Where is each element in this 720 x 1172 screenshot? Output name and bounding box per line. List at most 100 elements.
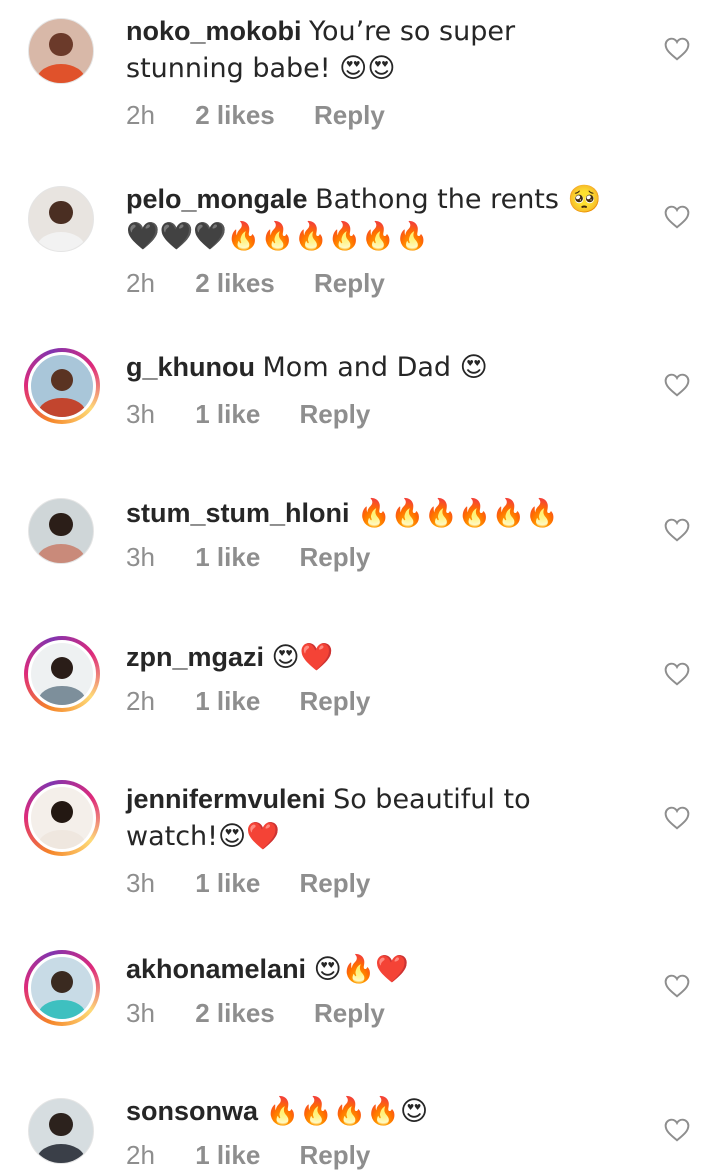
reply-button[interactable]: Reply (300, 868, 371, 899)
reply-button[interactable]: Reply (314, 268, 385, 299)
comment-time: 2h (126, 100, 155, 130)
comment-item: akhonamelani 😍🔥❤️ 3h 2 likes Reply (0, 940, 720, 1080)
heart-outline-icon[interactable] (664, 373, 690, 397)
comment-likes[interactable]: 2 likes (195, 998, 275, 1029)
comment-username[interactable]: noko_mokobi (126, 16, 302, 46)
comment-time: 2h (126, 1140, 155, 1170)
comment-time: 3h (126, 399, 155, 429)
avatar-figure-body (36, 231, 86, 251)
reply-button[interactable]: Reply (314, 100, 385, 131)
reply-button[interactable]: Reply (314, 998, 385, 1029)
comment-body: 😍❤️ (271, 642, 334, 673)
avatar-image (28, 1098, 94, 1164)
comment-time: 2h (126, 686, 155, 716)
heart-outline-icon[interactable] (664, 205, 690, 229)
comment-likes[interactable]: 2 likes (195, 268, 275, 299)
avatar-image (28, 186, 94, 252)
comment-meta: 3h 1 like Reply (126, 542, 370, 573)
heart-outline-icon[interactable] (664, 806, 690, 830)
avatar[interactable] (24, 636, 100, 712)
heart-outline-icon[interactable] (664, 662, 690, 686)
avatar[interactable] (28, 18, 94, 84)
comment-username[interactable]: stum_stum_hloni (126, 498, 350, 528)
reply-button[interactable]: Reply (300, 542, 371, 573)
comment-username[interactable]: akhonamelani (126, 954, 306, 984)
avatar[interactable] (24, 950, 100, 1026)
comment-time: 2h (126, 268, 155, 298)
avatar-figure-head (49, 33, 73, 57)
comment-likes[interactable]: 1 like (195, 399, 260, 430)
comment-text: stum_stum_hloni 🔥🔥🔥🔥🔥🔥 (126, 495, 626, 532)
comment-likes[interactable]: 1 like (195, 1140, 260, 1171)
comment-item: pelo_mongale Bathong the rents 🥺🖤🖤🖤🔥🔥🔥🔥🔥… (0, 168, 720, 333)
comment-item: sonsonwa 🔥🔥🔥🔥😍 2h 1 like Reply (0, 1082, 720, 1172)
avatar[interactable] (28, 1098, 94, 1164)
comment-meta: 3h 1 like Reply (126, 868, 370, 899)
comment-text: zpn_mgazi 😍❤️ (126, 639, 626, 676)
comment-text: sonsonwa 🔥🔥🔥🔥😍 (126, 1093, 626, 1130)
comment-username[interactable]: zpn_mgazi (126, 642, 264, 672)
comment-item: g_khunou Mom and Dad 😍 3h 1 like Reply (0, 336, 720, 476)
reply-button[interactable]: Reply (300, 686, 371, 717)
comment-item: stum_stum_hloni 🔥🔥🔥🔥🔥🔥 3h 1 like Reply (0, 482, 720, 622)
heart-outline-icon[interactable] (664, 1118, 690, 1142)
avatar-image (28, 784, 96, 852)
comment-time: 3h (126, 542, 155, 572)
comment-item: zpn_mgazi 😍❤️ 2h 1 like Reply (0, 626, 720, 766)
avatar[interactable] (24, 780, 100, 856)
avatar-figure-head (50, 656, 74, 679)
comment-username[interactable]: g_khunou (126, 352, 255, 382)
avatar-figure-head (50, 800, 74, 823)
avatar-figure-head (50, 368, 74, 391)
comment-body: Mom and Dad 😍 (262, 352, 488, 383)
avatar-figure-body (36, 1143, 86, 1163)
avatar-image (28, 18, 94, 84)
avatar-figure-body (36, 543, 86, 563)
heart-outline-icon[interactable] (664, 974, 690, 998)
comment-meta: 2h 1 like Reply (126, 1140, 370, 1171)
avatar-figure-body (38, 830, 86, 849)
comment-text: g_khunou Mom and Dad 😍 (126, 349, 626, 386)
avatar-figure-body (38, 1000, 86, 1019)
comment-body: 🔥🔥🔥🔥🔥🔥 (357, 498, 559, 529)
comment-item: jennifermvuleni So beautiful to watch!😍❤… (0, 768, 720, 938)
comment-time: 3h (126, 998, 155, 1028)
avatar-figure-body (38, 398, 86, 417)
comment-text: noko_mokobi You’re so super stunning bab… (126, 13, 626, 87)
comment-body: 😍🔥❤️ (313, 954, 409, 985)
comment-text: pelo_mongale Bathong the rents 🥺🖤🖤🖤🔥🔥🔥🔥🔥… (126, 181, 626, 255)
comment-username[interactable]: jennifermvuleni (126, 784, 326, 814)
comment-meta: 3h 2 likes Reply (126, 998, 385, 1029)
avatar-figure-head (49, 201, 73, 225)
comment-likes[interactable]: 1 like (195, 868, 260, 899)
avatar-figure-body (38, 686, 86, 705)
avatar-figure-head (49, 513, 73, 537)
comment-likes[interactable]: 1 like (195, 542, 260, 573)
comment-time: 3h (126, 868, 155, 898)
avatar-image (28, 640, 96, 708)
avatar-figure-head (50, 970, 74, 993)
avatar-figure-head (49, 1113, 73, 1137)
comment-username[interactable]: sonsonwa (126, 1096, 258, 1126)
comment-meta: 2h 2 likes Reply (126, 268, 385, 299)
comment-body: 🔥🔥🔥🔥😍 (265, 1096, 429, 1127)
comment-item: noko_mokobi You’re so super stunning bab… (0, 0, 720, 165)
comment-likes[interactable]: 2 likes (195, 100, 275, 131)
avatar[interactable] (28, 186, 94, 252)
comment-text: akhonamelani 😍🔥❤️ (126, 951, 626, 988)
avatar-figure-body (36, 63, 86, 83)
avatar-image (28, 954, 96, 1022)
heart-outline-icon[interactable] (664, 518, 690, 542)
comment-text: jennifermvuleni So beautiful to watch!😍❤… (126, 781, 626, 855)
avatar[interactable] (24, 348, 100, 424)
reply-button[interactable]: Reply (300, 1140, 371, 1171)
comment-username[interactable]: pelo_mongale (126, 184, 308, 214)
avatar-image (28, 352, 96, 420)
avatar-image (28, 498, 94, 564)
comment-meta: 3h 1 like Reply (126, 399, 370, 430)
heart-outline-icon[interactable] (664, 37, 690, 61)
avatar[interactable] (28, 498, 94, 564)
comment-likes[interactable]: 1 like (195, 686, 260, 717)
reply-button[interactable]: Reply (300, 399, 371, 430)
comment-meta: 2h 2 likes Reply (126, 100, 385, 131)
